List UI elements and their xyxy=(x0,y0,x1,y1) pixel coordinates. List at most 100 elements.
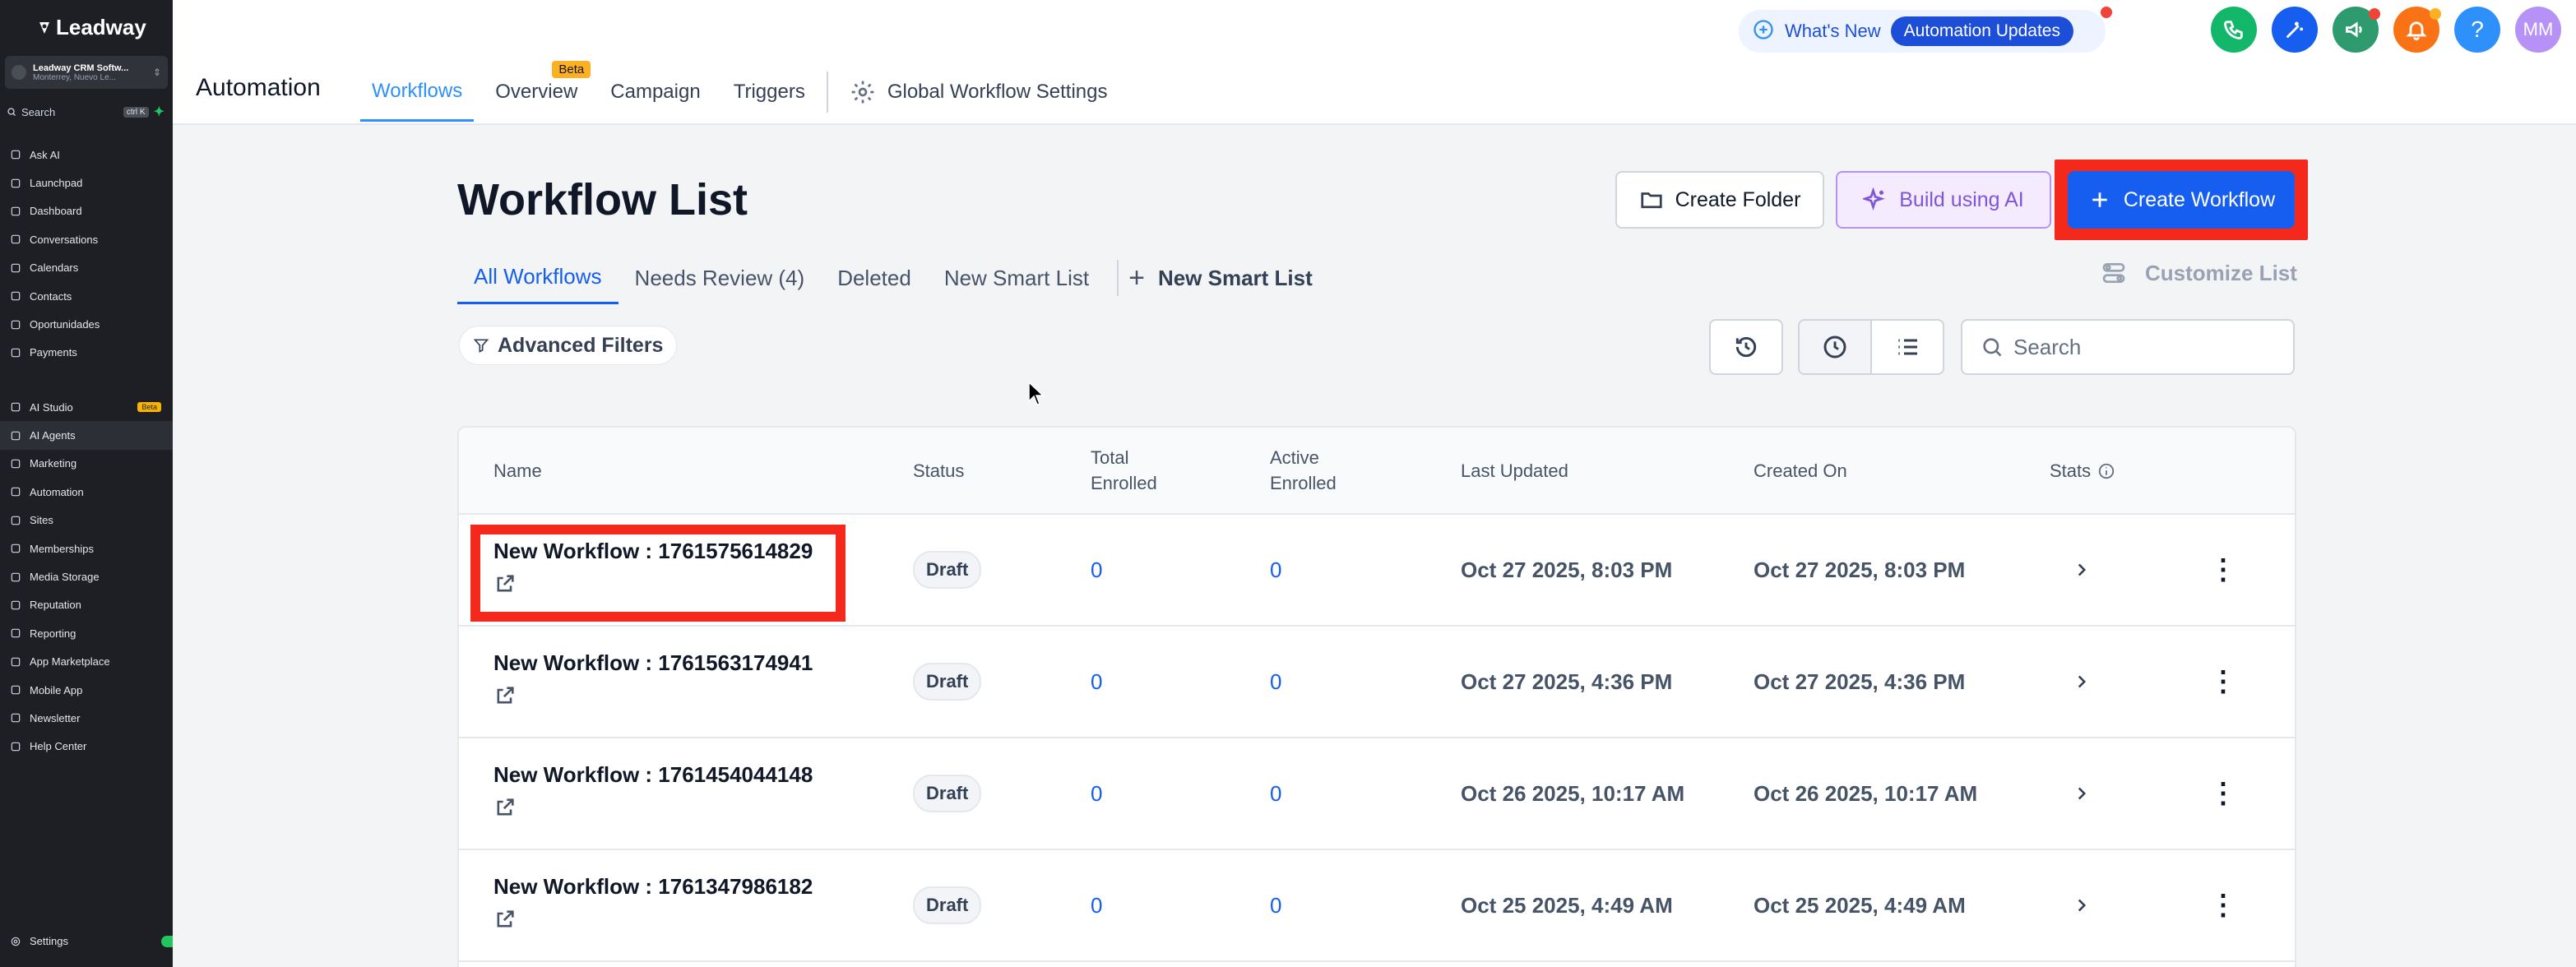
sidebar-item-help-center[interactable]: Help Center xyxy=(0,733,173,761)
sidebar-item-media-storage[interactable]: Media Storage xyxy=(0,562,173,590)
more-options-icon[interactable]: ⋮ xyxy=(2209,738,2237,849)
workflow-name-cell[interactable]: New Workflow : 1761454044148 xyxy=(493,738,813,849)
tab-needs-review[interactable]: Needs Review (4) xyxy=(619,252,822,304)
total-enrolled-value[interactable]: 0 xyxy=(1091,738,1102,849)
brand-logo[interactable]: Leadway xyxy=(36,15,146,40)
more-options-icon[interactable]: ⋮ xyxy=(2209,627,2237,737)
account-icon xyxy=(12,65,26,80)
workflow-name[interactable]: New Workflow : 1761454044148 xyxy=(493,762,813,788)
sidebar-item-label: Media Storage xyxy=(30,571,100,584)
sidebar-item-conversations[interactable]: Conversations xyxy=(0,225,173,253)
sidebar-item-memberships[interactable]: Memberships xyxy=(0,534,173,562)
info-icon[interactable] xyxy=(2097,462,2115,480)
search-input[interactable] xyxy=(2013,334,2277,360)
sidebar-item-app-marketplace[interactable]: App Marketplace xyxy=(0,648,173,676)
workflow-name[interactable]: New Workflow : 1761563174941 xyxy=(493,650,813,676)
col-last-updated[interactable]: Last Updated xyxy=(1461,428,1568,515)
external-link-icon[interactable] xyxy=(493,796,517,825)
customize-list-button[interactable]: Customize List xyxy=(2101,260,2297,286)
history-button[interactable] xyxy=(1709,319,1783,375)
workflow-name[interactable]: New Workflow : 1761575614829 xyxy=(493,539,813,564)
collapse-handle[interactable] xyxy=(161,935,173,947)
tab-deleted[interactable]: Deleted xyxy=(821,252,928,304)
create-workflow-button[interactable]: Create Workflow xyxy=(2068,171,2295,229)
add-smart-list-button[interactable]: + New Smart List xyxy=(1128,262,1313,294)
whats-new-banner[interactable]: What's New Automation Updates xyxy=(1739,7,2112,53)
sidebar-item-newsletter[interactable]: Newsletter xyxy=(0,704,173,732)
total-enrolled-value[interactable]: 0 xyxy=(1091,850,1102,960)
more-options-icon[interactable]: ⋮ xyxy=(2209,515,2237,625)
help-button[interactable]: ? xyxy=(2454,7,2500,53)
active-enrolled-value[interactable]: 0 xyxy=(1270,850,1281,960)
sidebar-item-dashboard[interactable]: Dashboard xyxy=(0,197,173,225)
build-using-ai-button[interactable]: Build using AI xyxy=(1836,171,2051,229)
tab-all-workflows[interactable]: All Workflows xyxy=(457,252,619,304)
more-options-icon[interactable]: ⋮ xyxy=(2209,850,2237,960)
col-created-on[interactable]: Created On xyxy=(1754,428,1847,515)
sidebar-item-oportunidades[interactable]: Oportunidades xyxy=(0,310,173,338)
workflow-table: Name Status Total Enrolled Active Enroll… xyxy=(457,426,2296,967)
sidebar-item-ai-agents[interactable]: AI Agents xyxy=(0,421,173,450)
sidebar-item-label: Ask AI xyxy=(30,148,60,161)
list-view-toggle[interactable] xyxy=(1870,319,1944,375)
stats-chevron-right-icon[interactable] xyxy=(2071,515,2092,625)
tab-campaign[interactable]: Campaign xyxy=(599,62,711,122)
workflow-name-cell[interactable]: New Workflow : 1761347986182 xyxy=(493,850,813,960)
col-name[interactable]: Name xyxy=(493,428,542,515)
notifications-button[interactable] xyxy=(2393,7,2441,53)
workflow-name-cell[interactable]: New Workflow : 1761563174941 xyxy=(493,627,813,737)
automation-updates-pill[interactable]: Automation Updates xyxy=(1890,16,2073,46)
sidebar-item-ai-studio[interactable]: AI Studio Beta xyxy=(0,393,173,421)
sidebar-item-contacts[interactable]: Contacts xyxy=(0,282,173,310)
external-link-icon[interactable] xyxy=(493,684,517,713)
total-enrolled-value[interactable]: 0 xyxy=(1091,515,1102,625)
sidebar-item-reporting[interactable]: Reporting xyxy=(0,619,173,647)
tab-triggers[interactable]: Triggers xyxy=(722,62,817,122)
advanced-filters-button[interactable]: Advanced Filters xyxy=(459,326,678,365)
sidebar-search[interactable]: Search ctrl K ✦ xyxy=(7,102,164,122)
table-row[interactable]: New Workflow : 1761454044148 Draft 0 0 Oct 2… xyxy=(459,738,2295,850)
col-active-enrolled[interactable]: Active Enrolled xyxy=(1270,428,1360,515)
active-enrolled-value[interactable]: 0 xyxy=(1270,515,1281,625)
table-row[interactable]: New Workflow : 1761347986182 Draft 0 0 Oct 2… xyxy=(459,850,2295,962)
quick-add-icon[interactable]: ✦ xyxy=(154,104,164,120)
phone-button[interactable] xyxy=(2211,7,2257,53)
active-enrolled-value[interactable]: 0 xyxy=(1270,738,1281,849)
col-stats[interactable]: Stats xyxy=(2050,428,2115,515)
tab-label: Overview xyxy=(495,81,578,103)
external-link-icon[interactable] xyxy=(493,908,517,937)
col-status[interactable]: Status xyxy=(913,428,964,515)
stats-chevron-right-icon[interactable] xyxy=(2071,627,2092,737)
tab-new-smart-list[interactable]: New Smart List xyxy=(928,252,1105,304)
magic-button[interactable] xyxy=(2272,7,2318,53)
sidebar-item-ask-ai[interactable]: Ask AI xyxy=(0,141,173,169)
sidebar-item-payments[interactable]: Payments xyxy=(0,339,173,367)
sidebar-item-automation[interactable]: Automation xyxy=(0,478,173,506)
total-enrolled-value[interactable]: 0 xyxy=(1091,627,1102,737)
announcements-button[interactable] xyxy=(2333,7,2380,53)
sidebar-item-calendars[interactable]: Calendars xyxy=(0,254,173,282)
recent-view-toggle[interactable] xyxy=(1798,319,1872,375)
sidebar-item-launchpad[interactable]: Launchpad xyxy=(0,169,173,197)
tab-global-workflow-settings[interactable]: Global Workflow Settings xyxy=(838,62,1119,122)
tab-workflows[interactable]: Workflows xyxy=(360,62,475,122)
search-field[interactable] xyxy=(1961,319,2295,375)
workflow-name-cell[interactable]: New Workflow : 1761575614829 xyxy=(493,515,813,625)
stats-chevron-right-icon[interactable] xyxy=(2071,850,2092,960)
sidebar-settings[interactable]: Settings xyxy=(0,928,173,955)
avatar[interactable]: MM xyxy=(2515,7,2561,53)
workflow-name[interactable]: New Workflow : 1761347986182 xyxy=(493,874,813,900)
stats-chevron-right-icon[interactable] xyxy=(2071,738,2092,849)
create-folder-button[interactable]: Create Folder xyxy=(1615,171,1824,229)
tab-overview[interactable]: Overview Beta xyxy=(484,61,591,122)
sidebar-item-marketing[interactable]: Marketing xyxy=(0,450,173,478)
col-total-enrolled[interactable]: Total Enrolled xyxy=(1091,428,1181,515)
active-enrolled-value[interactable]: 0 xyxy=(1270,627,1281,737)
table-row[interactable]: New Workflow : 1761563174941 Draft 0 0 Oct 2… xyxy=(459,627,2295,738)
external-link-icon[interactable] xyxy=(493,572,517,601)
table-row[interactable]: New Workflow : 1761575614829 Draft 0 0 Oct 2… xyxy=(459,515,2295,627)
sidebar-item-reputation[interactable]: Reputation xyxy=(0,591,173,619)
account-switcher[interactable]: Leadway CRM Softw... Monterrey, Nuevo Le… xyxy=(5,56,168,89)
sidebar-item-mobile-app[interactable]: Mobile App xyxy=(0,676,173,704)
sidebar-item-sites[interactable]: Sites xyxy=(0,507,173,534)
